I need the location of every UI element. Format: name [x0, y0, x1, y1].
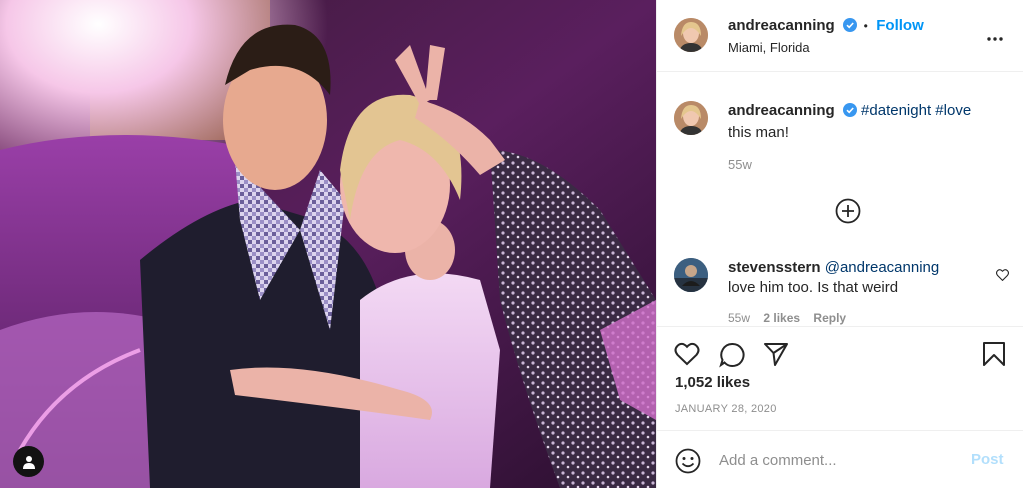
commenter-username[interactable]: stevensstern [728, 259, 821, 276]
comment-time[interactable]: 55w [728, 311, 750, 325]
author-avatar[interactable] [674, 18, 708, 52]
photo-illustration [0, 0, 656, 488]
tagged-users-button[interactable] [13, 446, 44, 477]
commenter-avatar[interactable] [674, 258, 708, 292]
avatar-image [674, 18, 708, 52]
heart-icon[interactable] [674, 342, 700, 371]
verified-badge-icon [843, 18, 858, 37]
comment-composer: Post [657, 430, 1023, 488]
comment-text: love him too. Is that weird [728, 279, 899, 296]
post-photo[interactable] [0, 0, 656, 488]
separator-dot: • [863, 19, 868, 33]
bookmark-icon[interactable] [982, 341, 1006, 372]
follow-button[interactable]: Follow [876, 17, 924, 34]
user-icon [22, 455, 35, 469]
comment-like-heart-icon[interactable] [996, 268, 1009, 286]
hashtag-datenight[interactable]: #datenight [861, 102, 931, 119]
comment-icon[interactable] [719, 342, 745, 373]
emoji-icon[interactable] [675, 448, 701, 479]
comment-meta: 55w 2 likes Reply [728, 311, 846, 325]
more-options-icon[interactable] [987, 28, 1003, 46]
caption-time[interactable]: 55w [728, 157, 752, 172]
plus-circle-icon[interactable] [835, 198, 861, 229]
post-header: andreacanning • Follow Miami, Florida [657, 0, 1023, 72]
reply-button[interactable]: Reply [813, 311, 846, 325]
caption-text: this man! [728, 124, 789, 141]
post-location[interactable]: Miami, Florida [728, 40, 810, 55]
caption-username[interactable]: andreacanning [728, 102, 835, 119]
caption-avatar[interactable] [674, 101, 708, 135]
caption-verified-badge-icon [842, 103, 857, 123]
comment-input[interactable] [719, 449, 959, 471]
caption-avatar-image [674, 101, 708, 135]
comment-mention[interactable]: @andreacanning [825, 259, 939, 276]
post-comment-button[interactable]: Post [971, 451, 1004, 468]
hashtag-love[interactable]: #love [935, 102, 971, 119]
post-date[interactable]: JANUARY 28, 2020 [675, 403, 777, 415]
post-sidebar: andreacanning • Follow Miami, Florida an… [656, 0, 1023, 488]
author-username[interactable]: andreacanning [728, 17, 835, 34]
likes-count[interactable]: 1,052 likes [675, 374, 750, 391]
commenter-avatar-image [674, 258, 708, 292]
comment-likes[interactable]: 2 likes [763, 311, 800, 325]
share-icon[interactable] [763, 342, 789, 371]
